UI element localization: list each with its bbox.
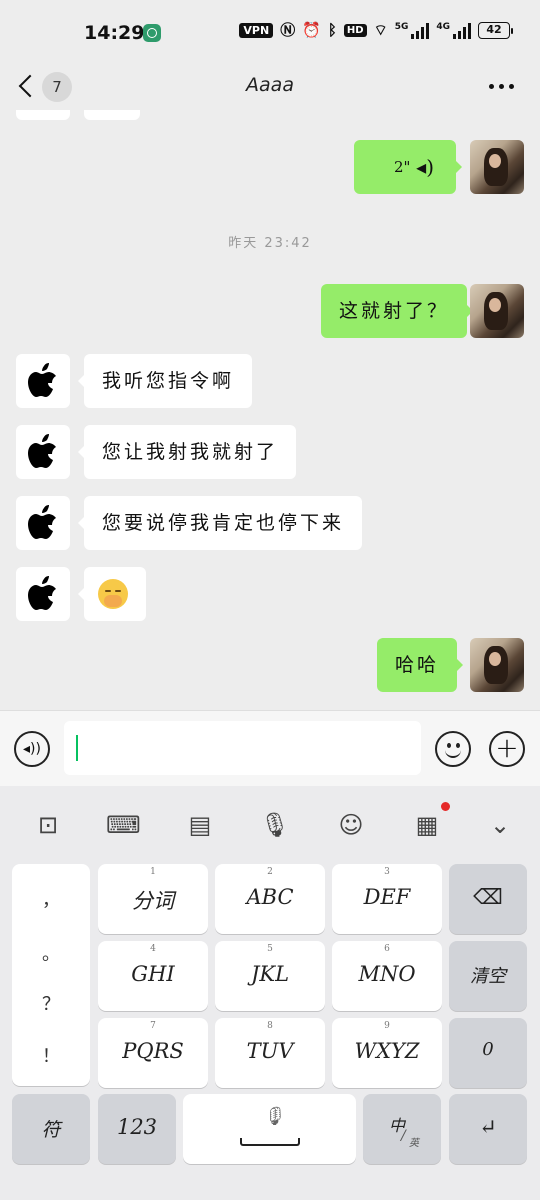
clear-key[interactable]: 清空 [449, 941, 527, 1011]
symbols-key[interactable]: 符 [12, 1094, 90, 1164]
backspace-key[interactable]: ⌫ [449, 864, 527, 934]
signal-icon [453, 22, 471, 39]
punct-question[interactable]: ？ [12, 990, 90, 1016]
punct-exclaim[interactable]: ！ [12, 1042, 90, 1068]
emoji-message-bubble[interactable] [78, 567, 146, 621]
chat-title: Aaaa [246, 74, 294, 96]
more-options-button[interactable] [489, 84, 514, 89]
toolbox-icon[interactable]: ⊡ [31, 808, 65, 842]
bluetooth-icon: ᛒ [327, 21, 337, 39]
key-7[interactable]: 7 PQRS [98, 1018, 208, 1088]
voice-duration: 2" [394, 158, 411, 176]
status-time: 14:29 [84, 22, 145, 44]
contact-avatar[interactable] [16, 567, 70, 621]
more-dots-icon [489, 84, 494, 89]
plus-icon[interactable]: + [489, 731, 525, 767]
punctuation-column[interactable]: ， 。 ？ ！ [12, 864, 90, 1086]
voice-input-icon[interactable]: ◂)) [14, 731, 50, 767]
keyboard-icon[interactable]: ⌨ [106, 808, 141, 842]
timestamp: 昨天 23:42 [228, 236, 312, 251]
mic-icon[interactable]: 🎙 [258, 808, 292, 842]
language-switch-key[interactable]: 中 / 英 [363, 1094, 441, 1164]
network-4g-label: 4G [436, 22, 450, 32]
space-bar-icon [240, 1138, 300, 1146]
contact-avatar[interactable] [16, 354, 70, 408]
signal-icon [411, 22, 430, 39]
text-caret [76, 735, 78, 761]
chat-header: 7 Aaaa [0, 66, 540, 110]
key-6[interactable]: 6 MNO [332, 941, 442, 1011]
message-bubble-incoming[interactable]: 您要说停我肯定也停下来 [77, 496, 363, 550]
enter-icon: ↵ [479, 1115, 497, 1139]
message-bubble-incoming[interactable] [84, 110, 140, 120]
mic-icon: 🎙 [262, 1106, 285, 1127]
key-1[interactable]: 1 分词 [98, 864, 208, 934]
punct-comma[interactable]: ， [12, 886, 90, 912]
message-bubble-outgoing[interactable]: 这就射了？ [321, 284, 474, 338]
face-with-hand-over-mouth-icon [98, 579, 128, 609]
message-list[interactable]: 2" ◂) 昨天 23:42 这就射了？ 我听您指令啊 您让我射我就射了 您要说… [0, 110, 540, 710]
message-input[interactable] [64, 721, 421, 775]
emoji-icon[interactable] [435, 731, 471, 767]
numbers-key[interactable]: 123 [98, 1094, 176, 1164]
vpn-icon: VPN [239, 23, 274, 38]
wifi-icon: ⌔ [373, 21, 388, 39]
input-bar: ◂)) + [0, 710, 540, 786]
my-avatar[interactable] [470, 638, 524, 692]
key-5[interactable]: 5 JKL [215, 941, 325, 1011]
battery-icon: 42 [478, 22, 513, 39]
notification-dot [441, 802, 450, 811]
message-bubble-incoming[interactable]: 您让我射我就射了 [77, 425, 297, 479]
alarm-icon: ⏰ [302, 21, 321, 39]
voice-wave-icon: ◂) [416, 155, 434, 179]
grid-apps-icon[interactable]: ▦ [410, 802, 450, 842]
contact-avatar[interactable] [16, 425, 70, 479]
hd-icon: HD [343, 24, 367, 37]
collapse-icon[interactable]: ⌄ [483, 808, 517, 842]
contact-avatar[interactable] [16, 496, 70, 550]
keyboard-toolbar: ⊡ ⌨ ▤ 🎙 ☺ ▦ ⌄ [0, 786, 540, 864]
message-bubble-incoming[interactable]: 我听您指令啊 [77, 354, 253, 408]
status-icons: VPN Ⓝ ⏰ ᛒ HD ⌔ 5G 4G 42 [239, 21, 513, 39]
key-0[interactable]: 0 [449, 1018, 527, 1088]
key-2[interactable]: 2 ABC [215, 864, 325, 934]
network-5g-label: 5G [394, 22, 409, 32]
key-8[interactable]: 8 TUV [215, 1018, 325, 1088]
emoji-icon[interactable]: ☺ [334, 808, 368, 842]
message-bubble-outgoing[interactable]: 哈哈 [377, 638, 464, 692]
key-9[interactable]: 9 WXYZ [332, 1018, 442, 1088]
enter-key[interactable]: ↵ [449, 1094, 527, 1164]
nfc-icon: Ⓝ [280, 21, 296, 39]
status-bar: 14:29 VPN Ⓝ ⏰ ᛒ HD ⌔ 5G 4G 42 [0, 0, 540, 66]
contact-avatar[interactable] [16, 110, 70, 120]
app-notification-icon [143, 24, 161, 42]
space-key[interactable]: 🎙 [183, 1094, 356, 1164]
key-4[interactable]: 4 GHI [98, 941, 208, 1011]
my-avatar[interactable] [470, 140, 524, 194]
voice-message-bubble[interactable]: 2" ◂) [354, 140, 462, 194]
backspace-icon: ⌫ [473, 885, 503, 909]
punct-period[interactable]: 。 [12, 940, 90, 966]
key-3[interactable]: 3 DEF [332, 864, 442, 934]
clipboard-icon[interactable]: ▤ [183, 808, 217, 842]
my-avatar[interactable] [470, 284, 524, 338]
